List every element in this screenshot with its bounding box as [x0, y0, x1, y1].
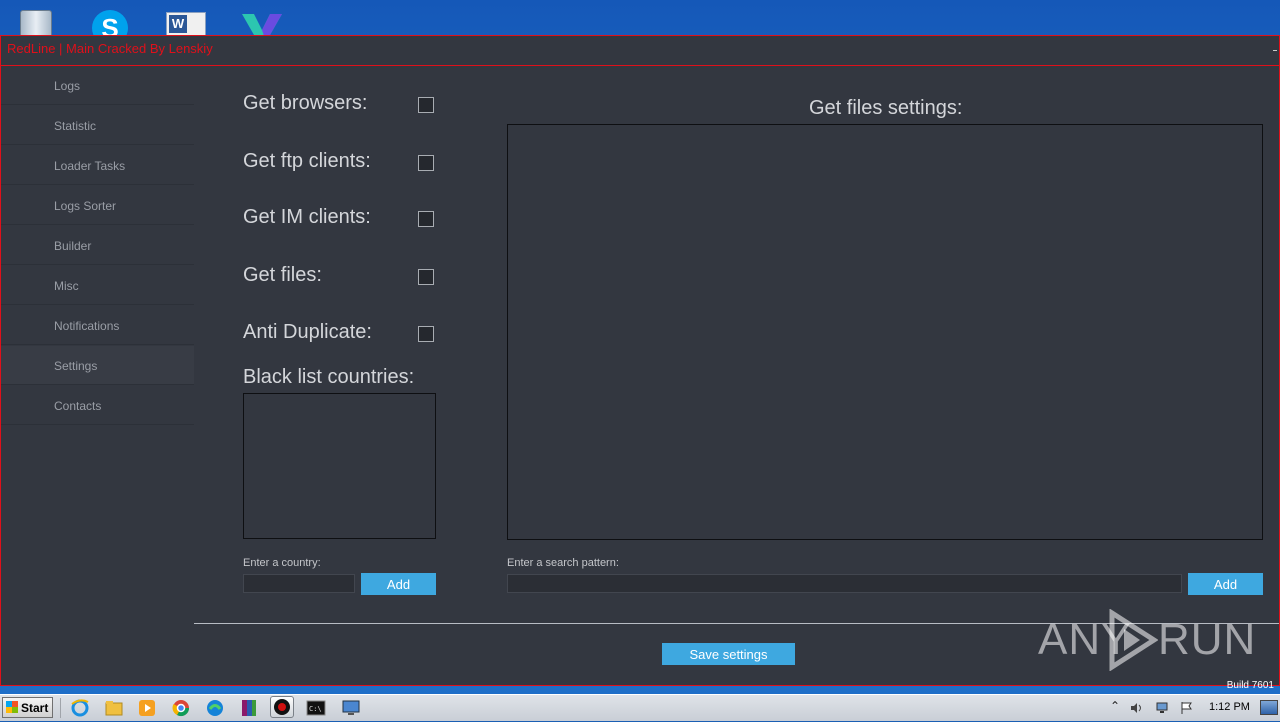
sidebar-item-logs-sorter[interactable]: Logs Sorter [1, 186, 194, 225]
country-input[interactable] [243, 574, 355, 593]
remote-desktop-icon[interactable] [341, 698, 361, 718]
sidebar-item-label: Statistic [54, 119, 97, 133]
sidebar-item-notifications[interactable]: Notifications [1, 306, 194, 345]
save-settings-button[interactable]: Save settings [662, 643, 795, 665]
sidebar-item-label: Logs [54, 79, 81, 93]
svg-text:C:\: C:\ [309, 705, 322, 713]
sidebar-item-label: Loader Tasks [54, 159, 126, 173]
sidebar-item-label: Notifications [54, 319, 120, 333]
search-pattern-input[interactable] [507, 574, 1182, 593]
taskbar-clock[interactable]: 1:12 PM [1209, 701, 1250, 713]
sidebar-item-settings[interactable]: Settings [1, 346, 194, 385]
cmd-icon[interactable]: C:\ [306, 698, 326, 718]
taskbar-separator [60, 698, 61, 718]
app-window: RedLine | Main Cracked By Lenskiy Logs S… [0, 35, 1280, 686]
watermark-right-text: RUN [1158, 615, 1257, 664]
recycle-bin-icon[interactable] [16, 4, 56, 38]
sidebar-item-label: Contacts [54, 399, 102, 413]
sidebar-item-loader-tasks[interactable]: Loader Tasks [1, 146, 194, 185]
files-settings-list[interactable] [507, 124, 1263, 540]
taskbar: Start C:\ ⌃ 1:12 PM [0, 694, 1280, 721]
add-pattern-button[interactable]: Add [1188, 573, 1263, 595]
sidebar-item-label: Settings [54, 359, 98, 373]
sidebar-item-statistic[interactable]: Statistic [1, 106, 194, 145]
start-label: Start [21, 701, 49, 715]
sidebar-item-label: Misc [54, 279, 79, 293]
title-bar[interactable]: RedLine | Main Cracked By Lenskiy [1, 36, 1279, 66]
play-icon [1109, 609, 1158, 671]
word-icon[interactable]: W [164, 4, 206, 40]
ie-icon[interactable] [70, 698, 90, 718]
sidebar-item-label: Logs Sorter [54, 199, 117, 213]
chrome-icon[interactable] [171, 698, 191, 718]
explorer-icon[interactable] [104, 698, 124, 718]
winrar-icon[interactable] [239, 698, 259, 718]
pattern-field-label: Enter a search pattern: [507, 557, 619, 569]
option-label-im: Get IM clients: [243, 206, 371, 228]
sidebar-item-misc[interactable]: Misc [1, 266, 194, 305]
show-desktop-icon[interactable] [1260, 700, 1278, 715]
files-settings-title: Get files settings: [809, 97, 963, 119]
blacklist-title: Black list countries: [243, 366, 415, 388]
checkbox-ftp[interactable] [418, 155, 434, 171]
edge-icon[interactable] [205, 698, 225, 718]
minimize-icon[interactable] [1273, 50, 1277, 51]
action-center-flag-icon[interactable] [1180, 700, 1194, 714]
tray-expand-icon[interactable]: ⌃ [1110, 699, 1120, 713]
checkbox-browsers[interactable] [418, 97, 434, 113]
start-button[interactable]: Start [2, 697, 53, 718]
option-label-anti-duplicate: Anti Duplicate: [243, 321, 372, 343]
redline-icon[interactable] [270, 696, 294, 718]
checkbox-files[interactable] [418, 269, 434, 285]
build-text: Build 7601 [1226, 680, 1274, 691]
sidebar-item-label: Builder [54, 239, 92, 253]
media-player-icon[interactable] [137, 698, 157, 718]
option-label-browsers: Get browsers: [243, 92, 368, 114]
sidebar-item-contacts[interactable]: Contacts [1, 386, 194, 425]
sidebar-item-logs[interactable]: Logs [1, 66, 194, 105]
skype-icon[interactable]: S [90, 4, 130, 46]
speaker-icon[interactable] [1130, 700, 1144, 714]
sidebar-item-builder[interactable]: Builder [1, 226, 194, 265]
checkbox-im[interactable] [418, 211, 434, 227]
option-label-ftp: Get ftp clients: [243, 150, 371, 172]
country-field-label: Enter a country: [243, 557, 321, 569]
blacklist-countries-list[interactable] [243, 393, 436, 539]
add-country-button[interactable]: Add [361, 573, 436, 595]
option-label-files: Get files: [243, 264, 322, 286]
anyrun-watermark: ANY RUN [1038, 607, 1255, 671]
window-title: RedLine | Main Cracked By Lenskiy [7, 41, 213, 56]
checkbox-anti-duplicate[interactable] [418, 326, 434, 342]
windows-logo-icon [6, 701, 18, 713]
network-icon[interactable] [1155, 700, 1169, 714]
veeam-icon[interactable] [240, 4, 282, 42]
